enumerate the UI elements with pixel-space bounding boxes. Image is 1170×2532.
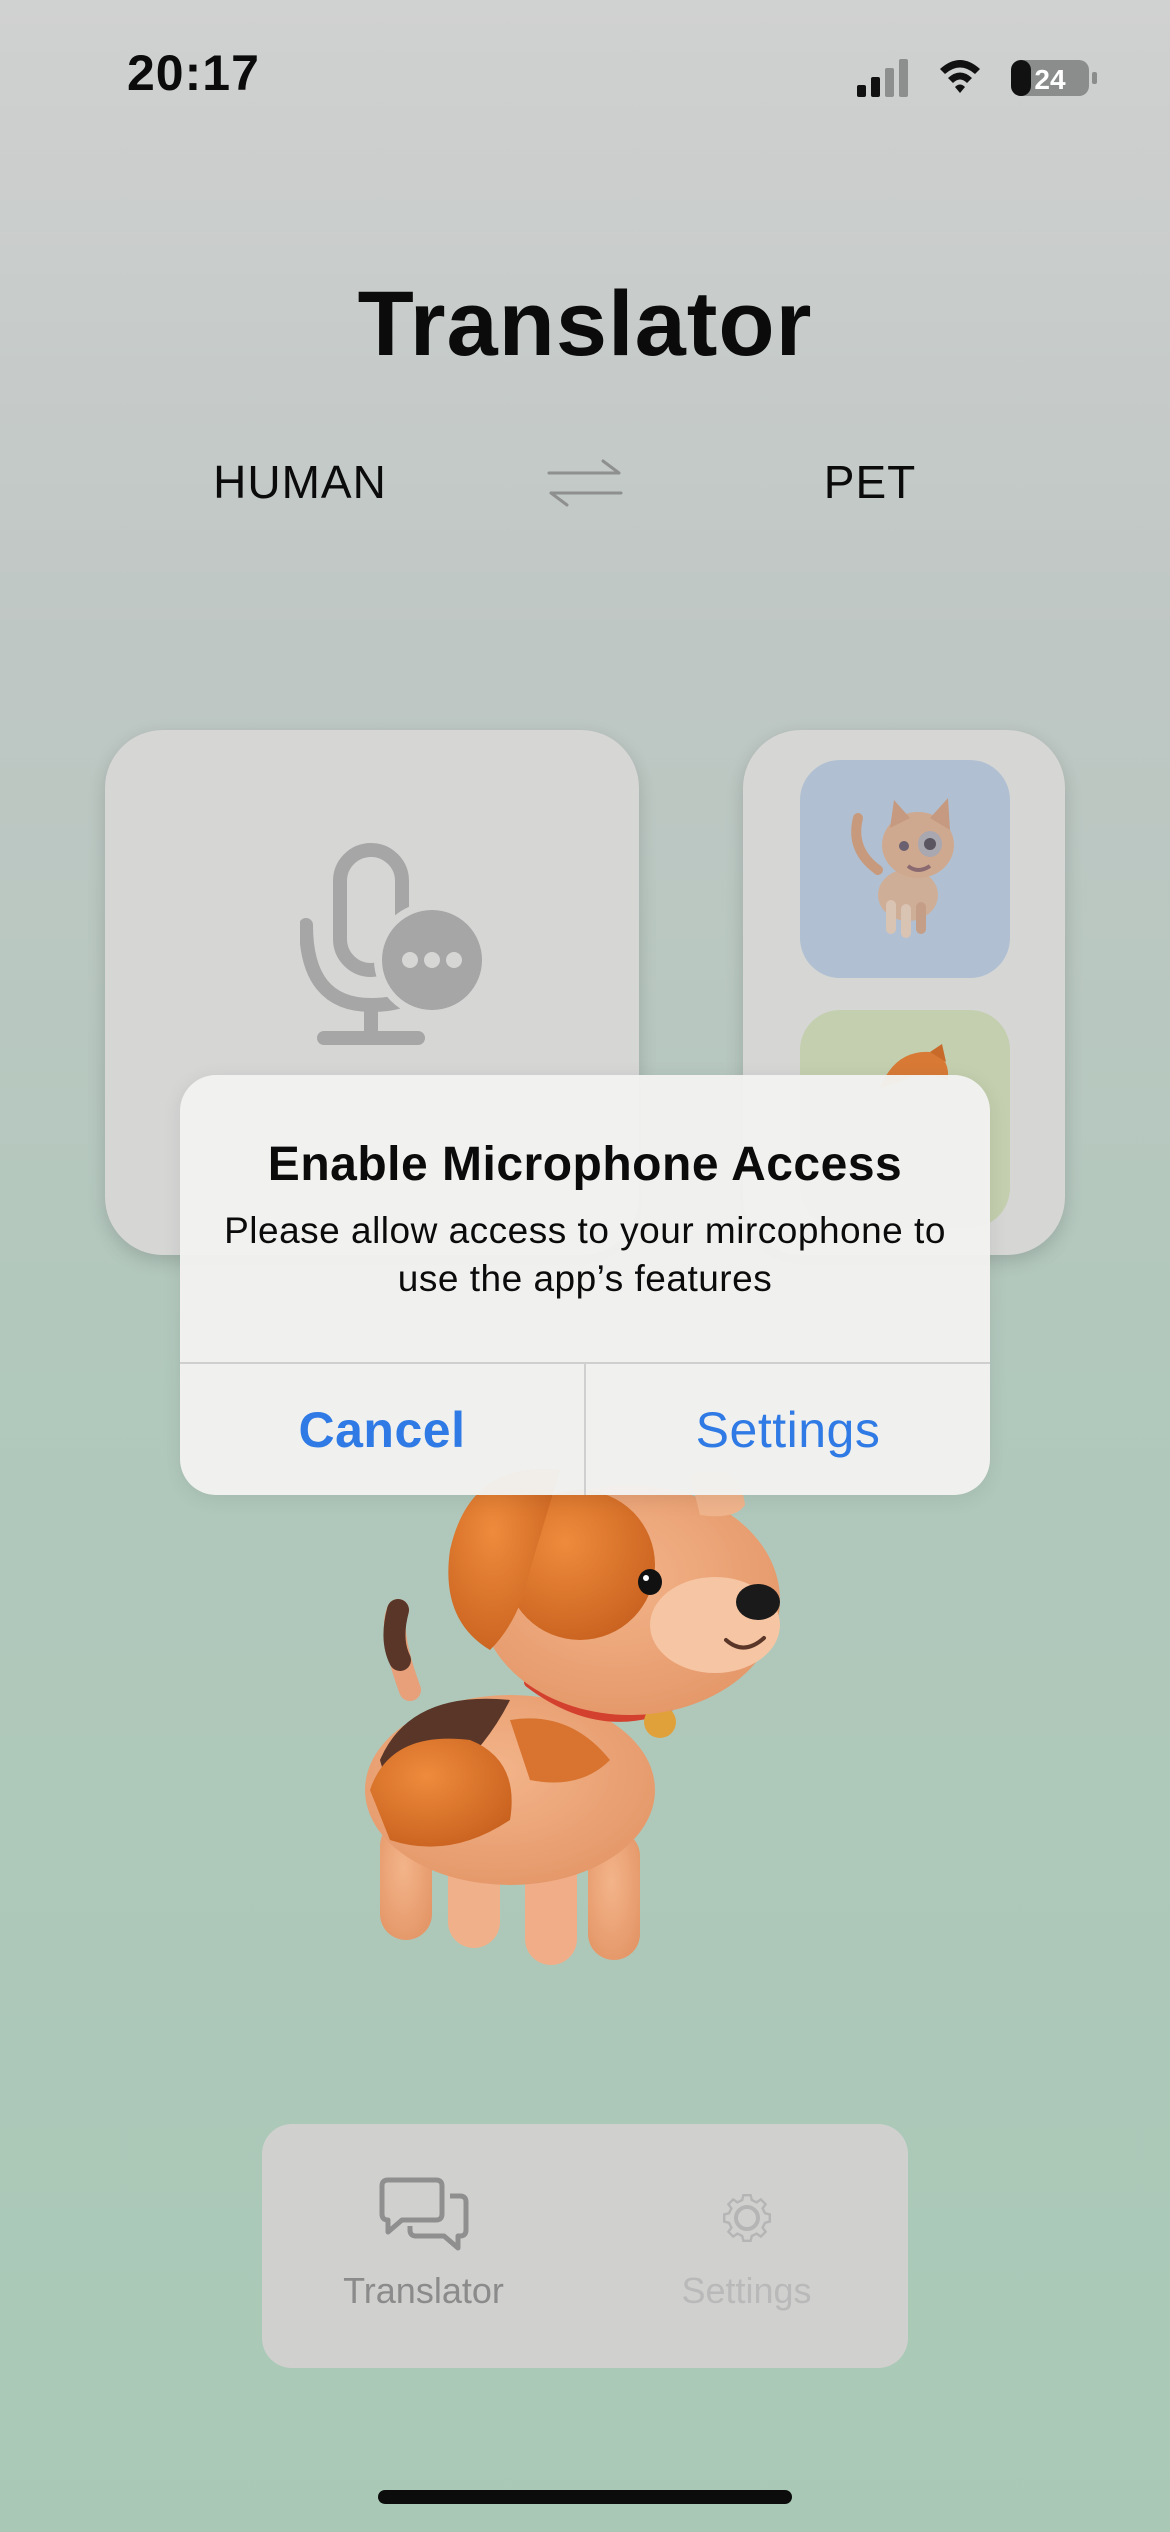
- settings-button[interactable]: Settings: [586, 1364, 990, 1495]
- alert-message: Please allow access to your mircophone t…: [224, 1210, 946, 1299]
- tab-settings-label: Settings: [681, 2270, 812, 2311]
- microphone-permission-alert: Enable Microphone Access Please allow ac…: [180, 1075, 990, 1495]
- alert-title: Enable Microphone Access: [267, 1138, 903, 1191]
- tab-translator-label: Translator: [343, 2270, 504, 2311]
- home-indicator[interactable]: [378, 2490, 792, 2504]
- tab-settings[interactable]: Settings: [585, 2124, 908, 2368]
- tab-bar: Translator Settings: [262, 2124, 908, 2368]
- chat-bubbles-icon: [379, 2177, 469, 2251]
- tab-translator[interactable]: Translator: [262, 2124, 585, 2368]
- gear-icon: [722, 2193, 772, 2243]
- cancel-button[interactable]: Cancel: [180, 1364, 584, 1495]
